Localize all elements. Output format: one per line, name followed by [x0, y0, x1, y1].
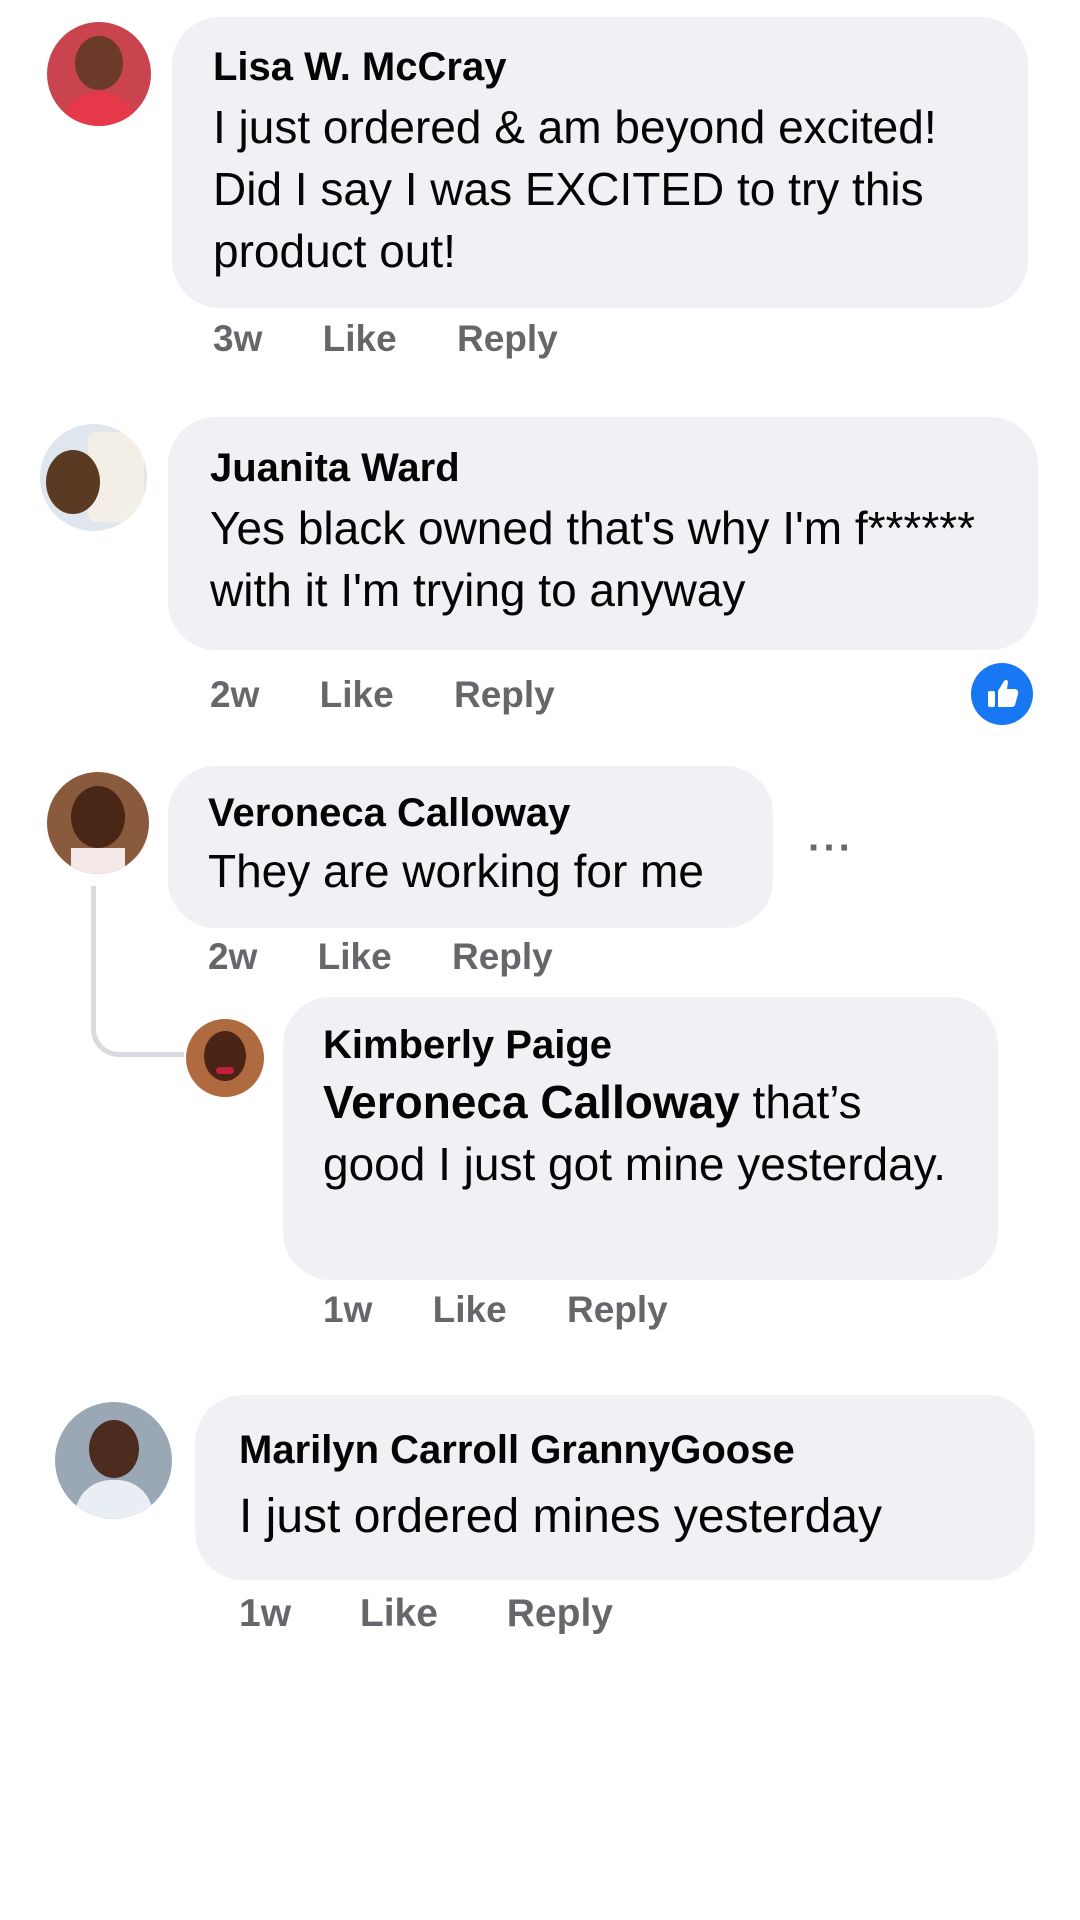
- avatar-face: [71, 786, 125, 848]
- comment-text: I just ordered & am beyond excited! Did …: [213, 101, 937, 277]
- avatar-shirt: [71, 848, 125, 874]
- like-button[interactable]: Like: [318, 936, 392, 977]
- comment-timestamp[interactable]: 2w: [208, 936, 257, 977]
- avatar[interactable]: [186, 1019, 264, 1097]
- comment-author[interactable]: Lisa W. McCray: [213, 44, 506, 90]
- like-button[interactable]: Like: [320, 674, 394, 715]
- comment-text: Yes black owned that's why I'm f****** w…: [210, 502, 976, 616]
- like-button[interactable]: Like: [323, 318, 397, 359]
- reply-button[interactable]: Reply: [457, 318, 558, 359]
- comment-actions: 1w Like Reply: [239, 1592, 613, 1636]
- avatar[interactable]: [47, 772, 149, 874]
- comment-actions: 3w Like Reply: [213, 317, 558, 361]
- comment-author[interactable]: Juanita Ward: [210, 445, 460, 491]
- reply-button[interactable]: Reply: [452, 936, 553, 977]
- thumbs-up-icon[interactable]: [971, 663, 1033, 725]
- avatar[interactable]: [47, 22, 151, 126]
- reply-button[interactable]: Reply: [567, 1289, 668, 1330]
- avatar-face: [75, 36, 123, 90]
- more-options-icon[interactable]: ···: [808, 826, 854, 871]
- avatar-dress: [75, 1480, 153, 1519]
- mention-link[interactable]: Veroneca Calloway: [323, 1076, 740, 1128]
- comment-actions: 2w Like Reply: [208, 935, 553, 979]
- like-button[interactable]: Like: [433, 1289, 507, 1330]
- comment-actions: 1w Like Reply: [323, 1288, 668, 1332]
- comment-timestamp[interactable]: 2w: [210, 674, 259, 715]
- avatar[interactable]: [40, 424, 147, 531]
- comment-text: I just ordered mines yesterday: [239, 1490, 882, 1543]
- comment-timestamp[interactable]: 1w: [239, 1592, 291, 1635]
- reply-button[interactable]: Reply: [454, 674, 555, 715]
- comment-actions: 2w Like Reply: [210, 673, 555, 717]
- comment-timestamp[interactable]: 3w: [213, 318, 262, 359]
- reply-button[interactable]: Reply: [507, 1592, 613, 1635]
- avatar-face: [89, 1420, 139, 1478]
- comment-author[interactable]: Marilyn Carroll GrannyGoose: [239, 1427, 795, 1473]
- avatar[interactable]: [55, 1402, 172, 1519]
- like-button[interactable]: Like: [360, 1592, 438, 1635]
- comment-timestamp[interactable]: 1w: [323, 1289, 372, 1330]
- avatar-face: [46, 450, 100, 514]
- comment-author[interactable]: Veroneca Calloway: [208, 790, 570, 836]
- avatar-lips: [216, 1067, 234, 1074]
- comment-text: Veroneca Calloway that’s good I just got…: [323, 1071, 963, 1195]
- reply-thread-line: [91, 886, 184, 1057]
- comment-author[interactable]: Kimberly Paige: [323, 1022, 612, 1068]
- comment-text: They are working for me: [208, 845, 704, 897]
- avatar-shirt: [59, 92, 139, 126]
